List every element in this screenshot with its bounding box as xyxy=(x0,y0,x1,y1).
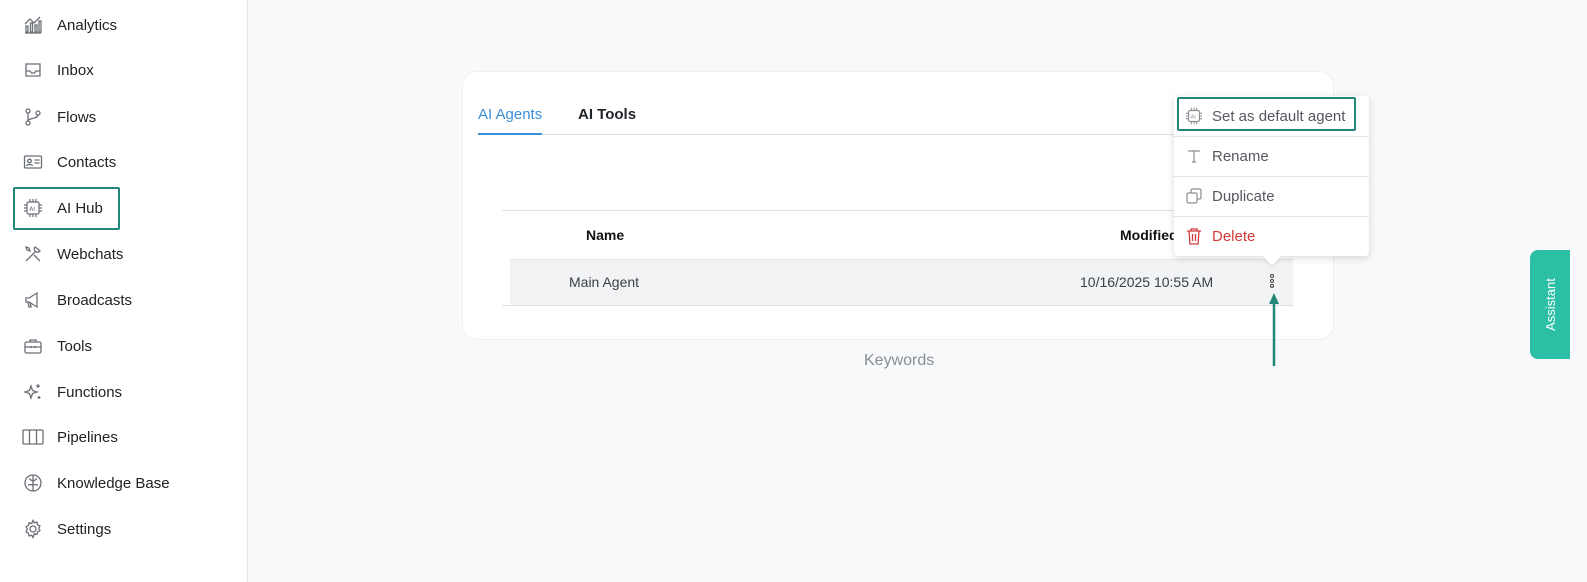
sidebar-item-label: Webchats xyxy=(57,245,124,263)
menu-rename[interactable]: Rename xyxy=(1174,136,1369,176)
brain-icon xyxy=(22,472,44,494)
assistant-tab[interactable]: Assistant xyxy=(1530,250,1570,359)
column-header-name[interactable]: Name xyxy=(586,227,624,243)
sidebar-item-label: Pipelines xyxy=(57,428,118,446)
ai-hub-highlight xyxy=(13,187,120,230)
sidebar-item-label: Contacts xyxy=(57,153,117,171)
menu-set-default-agent[interactable]: AI Set as default agent xyxy=(1174,96,1369,136)
sidebar-item-settings[interactable]: Settings xyxy=(22,510,232,548)
flows-icon xyxy=(22,106,44,128)
sidebar-item-broadcasts[interactable]: Broadcasts xyxy=(22,281,232,319)
sidebar-item-label: Broadcasts xyxy=(57,291,133,309)
sidebar-item-pipelines[interactable]: Pipelines xyxy=(22,418,232,456)
modified-date-cell: 10/16/2025 10:55 AM xyxy=(1080,274,1214,290)
sidebar-item-tools[interactable]: Tools xyxy=(22,327,232,365)
menu-item-label: Rename xyxy=(1212,147,1269,165)
sparkle-icon xyxy=(22,381,44,403)
sidebar-item-knowledge-base[interactable]: Knowledge Base xyxy=(22,464,232,502)
tab-ai-agents[interactable]: AI Agents xyxy=(478,106,543,135)
sidebar-item-flows[interactable]: Flows xyxy=(22,98,232,136)
assistant-label: Assistant xyxy=(1542,278,1558,331)
copy-icon xyxy=(1185,187,1203,205)
column-header-modified[interactable]: Modified xyxy=(1120,227,1178,243)
menu-item-label: Duplicate xyxy=(1212,187,1275,205)
menu-item-label: Set as default agent xyxy=(1212,107,1346,125)
table-divider xyxy=(502,305,1293,306)
pointer-arrow-icon xyxy=(1269,293,1279,366)
text-icon xyxy=(1185,147,1203,165)
keywords-label: Keywords xyxy=(864,352,935,369)
gear-icon xyxy=(22,518,44,540)
tab-ai-tools[interactable]: AI Tools xyxy=(578,106,636,123)
sidebar-item-label: Functions xyxy=(57,383,123,401)
row-context-menu: AI Set as default agent Rename Duplicate… xyxy=(1174,96,1369,256)
megaphone-icon xyxy=(22,289,44,311)
sidebar: Analytics Inbox Flows Contacts AI AI Hub… xyxy=(0,0,248,582)
table-row[interactable]: Main Agent 10/16/2025 10:55 AM xyxy=(510,259,1293,305)
sidebar-item-label: Inbox xyxy=(57,61,94,79)
sidebar-item-inbox[interactable]: Inbox xyxy=(22,51,232,89)
menu-delete[interactable]: Delete xyxy=(1174,216,1369,256)
sidebar-item-label: Knowledge Base xyxy=(57,474,170,492)
sidebar-item-label: Analytics xyxy=(57,16,118,34)
sidebar-item-analytics[interactable]: Analytics xyxy=(22,6,232,44)
columns-icon xyxy=(22,426,44,448)
menu-duplicate[interactable]: Duplicate xyxy=(1174,176,1369,216)
sidebar-item-label: Tools xyxy=(57,337,93,355)
tools-cross-icon xyxy=(22,243,44,265)
analytics-icon xyxy=(22,14,44,36)
svg-text:AI: AI xyxy=(1191,115,1197,121)
sidebar-item-webchats[interactable]: Webchats xyxy=(22,235,232,273)
sidebar-item-contacts[interactable]: Contacts xyxy=(22,143,232,181)
sidebar-item-label: Settings xyxy=(57,520,112,538)
inbox-icon xyxy=(22,59,44,81)
trash-icon xyxy=(1185,227,1203,245)
sidebar-item-label: Flows xyxy=(57,108,97,126)
agent-name-cell: Main Agent xyxy=(569,274,640,290)
ai-chip-icon: AI xyxy=(1185,107,1203,125)
sidebar-item-functions[interactable]: Functions xyxy=(22,373,232,411)
toolbox-icon xyxy=(22,335,44,357)
contacts-icon xyxy=(22,151,44,173)
menu-item-label: Delete xyxy=(1212,227,1256,245)
